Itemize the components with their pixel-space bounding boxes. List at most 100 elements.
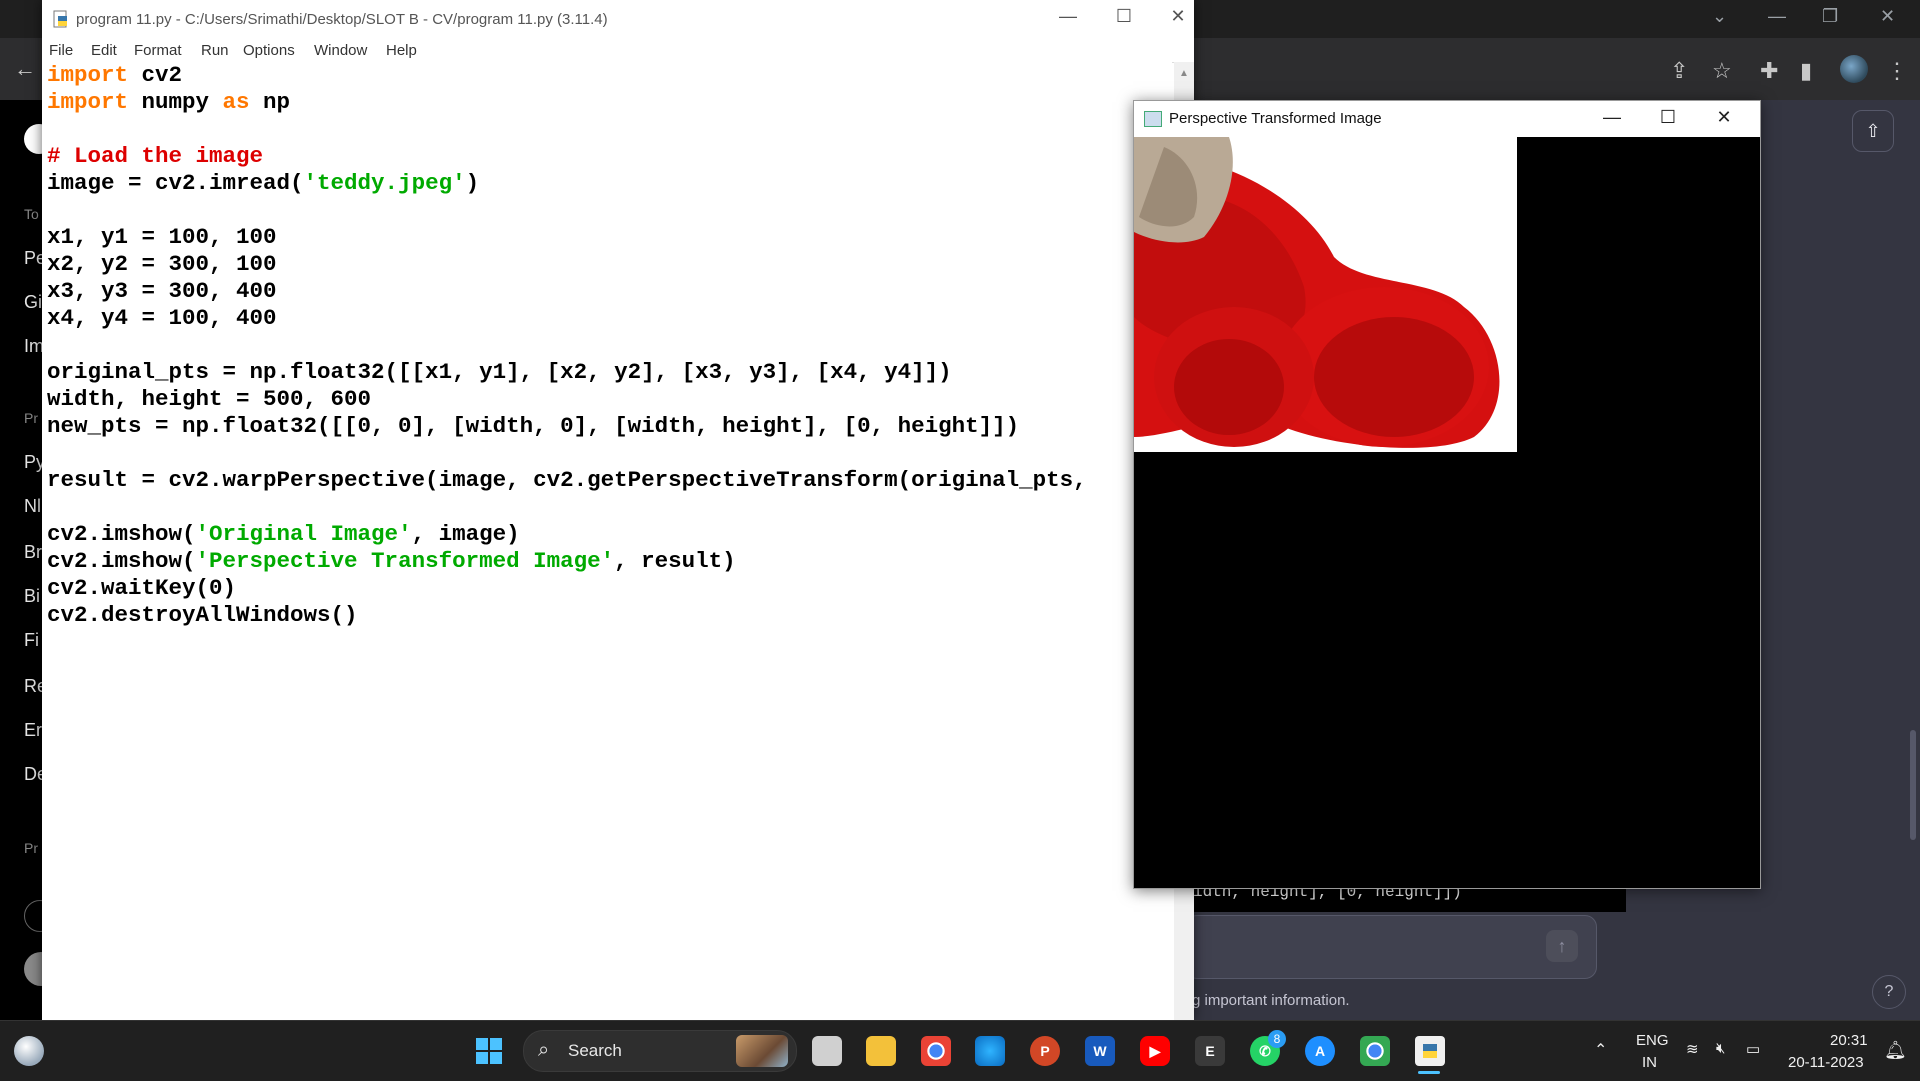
chat-history-sidebar: To Pe Gi Im Pr Py Nl Br Bi Fi Re Er De P… (0, 100, 58, 1020)
edge-icon[interactable] (975, 1036, 1005, 1066)
chrome-icon[interactable] (921, 1036, 951, 1066)
minimize-icon[interactable]: — (1768, 6, 1786, 27)
extensions-puzzle-icon[interactable]: ✚ (1760, 58, 1778, 84)
sidebar-item[interactable]: Bi (24, 586, 40, 607)
code-line[interactable]: x3, y3 = 300, 400 (47, 278, 1087, 305)
code-line[interactable] (47, 197, 1087, 224)
code-line[interactable]: import numpy as np (47, 89, 1087, 116)
minimize-icon[interactable]: — (1592, 107, 1632, 128)
app-store-icon[interactable]: A (1305, 1036, 1335, 1066)
code-token: # Load the image (47, 143, 264, 169)
battery-icon[interactable]: ▭ (1746, 1040, 1760, 1058)
sidebar-section: Pr (24, 410, 38, 426)
youtube-icon[interactable]: ▶ (1140, 1036, 1170, 1066)
code-token: , image) (411, 521, 520, 547)
chevron-down-icon[interactable]: ⌄ (1712, 6, 1727, 27)
share-chat-button[interactable]: ⇧ (1852, 110, 1894, 152)
code-line[interactable]: x4, y4 = 100, 400 (47, 305, 1087, 332)
code-token: cv2.imshow( (47, 521, 196, 547)
disclaimer-text: g important information. (1192, 992, 1350, 1009)
clock-time[interactable]: 20:31 (1830, 1032, 1868, 1049)
window-app-icon (1144, 111, 1162, 127)
epic-games-icon[interactable]: E (1195, 1036, 1225, 1066)
minimize-icon[interactable]: — (1048, 6, 1088, 27)
weather-icon[interactable] (14, 1036, 44, 1066)
menu-edit[interactable]: Edit (91, 42, 117, 59)
scroll-up-arrow-icon[interactable]: ▲ (1179, 68, 1189, 79)
code-token: new_pts = np.float32([[0, 0], [width, 0]… (47, 413, 1020, 439)
bookmark-star-icon[interactable]: ☆ (1712, 58, 1732, 84)
restore-icon[interactable]: ❐ (1822, 6, 1838, 27)
code-line[interactable]: cv2.imshow('Original Image', image) (47, 521, 1087, 548)
code-token: 'teddy.jpeg' (303, 170, 466, 196)
transformed-image (1134, 137, 1517, 452)
chevron-up-icon[interactable]: ⌃ (1594, 1040, 1607, 1060)
start-button[interactable] (474, 1036, 504, 1066)
sidebar-item[interactable]: Er (24, 720, 42, 741)
close-icon[interactable]: ✕ (1158, 6, 1198, 27)
menu-window[interactable]: Window (314, 42, 367, 59)
menu-format[interactable]: Format (134, 42, 182, 59)
code-line[interactable]: result = cv2.warpPerspective(image, cv2.… (47, 467, 1087, 494)
sidebar-item[interactable]: Nl (24, 496, 41, 517)
close-icon[interactable]: ✕ (1704, 107, 1744, 128)
profile-avatar[interactable] (1840, 55, 1868, 83)
maximize-icon[interactable]: ☐ (1104, 6, 1144, 27)
code-line[interactable]: image = cv2.imread('teddy.jpeg') (47, 170, 1087, 197)
code-line[interactable]: x2, y2 = 300, 100 (47, 251, 1087, 278)
code-line[interactable]: original_pts = np.float32([[x1, y1], [x2… (47, 359, 1087, 386)
code-token: original_pts = np.float32([[x1, y1], [x2… (47, 359, 952, 385)
side-panel-icon[interactable]: ▮ (1800, 58, 1812, 84)
code-line[interactable] (47, 440, 1087, 467)
cv-window-titlebar: Perspective Transformed Image — ☐ ✕ (1134, 101, 1760, 137)
sidebar-item[interactable]: Br (24, 542, 42, 563)
language-bottom[interactable]: IN (1642, 1054, 1657, 1071)
maximize-icon[interactable]: ☐ (1648, 107, 1688, 128)
menu-run[interactable]: Run (201, 42, 229, 59)
code-token: as (222, 89, 250, 115)
taskbar-search[interactable]: ⌕ Search (523, 1030, 797, 1072)
code-line[interactable]: x1, y1 = 100, 100 (47, 224, 1087, 251)
wifi-icon[interactable]: ≋ (1686, 1040, 1699, 1058)
scrollbar[interactable] (1910, 730, 1916, 840)
code-line[interactable] (47, 332, 1087, 359)
code-line[interactable]: cv2.destroyAllWindows() (47, 602, 1087, 629)
language-top[interactable]: ENG (1636, 1032, 1669, 1049)
task-view-icon[interactable] (812, 1036, 842, 1066)
send-button[interactable]: ↑ (1546, 930, 1578, 962)
chrome-profile-icon[interactable] (1360, 1036, 1390, 1066)
code-line[interactable] (47, 116, 1087, 143)
menu-bar: File Edit Format Run Options Window Help (42, 38, 1194, 63)
back-arrow-icon[interactable]: ← (14, 56, 36, 82)
share-page-icon[interactable]: ⇪ (1670, 58, 1688, 84)
more-menu-icon[interactable]: ⋮ (1886, 58, 1908, 84)
sidebar-item[interactable]: Gi (24, 292, 42, 313)
code-text[interactable]: import cv2 import numpy as np # Load the i… (47, 62, 1087, 629)
code-line[interactable]: width, height = 500, 600 (47, 386, 1087, 413)
code-line[interactable]: new_pts = np.float32([[0, 0], [width, 0]… (47, 413, 1087, 440)
code-token: ) (465, 170, 480, 196)
search-icon: ⌕ (538, 1039, 550, 1061)
message-input[interactable] (1185, 915, 1597, 979)
help-button[interactable]: ? (1872, 975, 1906, 1009)
sidebar-item[interactable]: Fi (24, 630, 39, 651)
sidebar-item[interactable]: Im (24, 336, 44, 357)
clock-date[interactable]: 20-11-2023 (1788, 1054, 1864, 1071)
menu-options[interactable]: Options (243, 42, 295, 59)
word-icon[interactable]: W (1085, 1036, 1115, 1066)
code-line[interactable]: import cv2 (47, 62, 1087, 89)
code-line[interactable]: cv2.imshow('Perspective Transformed Imag… (47, 548, 1087, 575)
code-line[interactable]: # Load the image (47, 143, 1087, 170)
code-line[interactable] (47, 494, 1087, 521)
speaker-muted-icon[interactable]: 🔇︎ (1716, 1040, 1725, 1057)
menu-help[interactable]: Help (386, 42, 417, 59)
notifications-bell-icon[interactable]: 🔔︎ (1884, 1040, 1907, 1061)
close-icon[interactable]: ✕ (1880, 6, 1895, 27)
idle-python-icon[interactable] (1415, 1036, 1445, 1066)
powerpoint-icon[interactable]: P (1030, 1036, 1060, 1066)
file-explorer-icon[interactable] (866, 1036, 896, 1066)
code-line[interactable]: cv2.waitKey(0) (47, 575, 1087, 602)
taskbar (0, 1020, 1920, 1081)
menu-file[interactable]: File (49, 42, 73, 59)
windows-logo-icon (476, 1038, 502, 1064)
